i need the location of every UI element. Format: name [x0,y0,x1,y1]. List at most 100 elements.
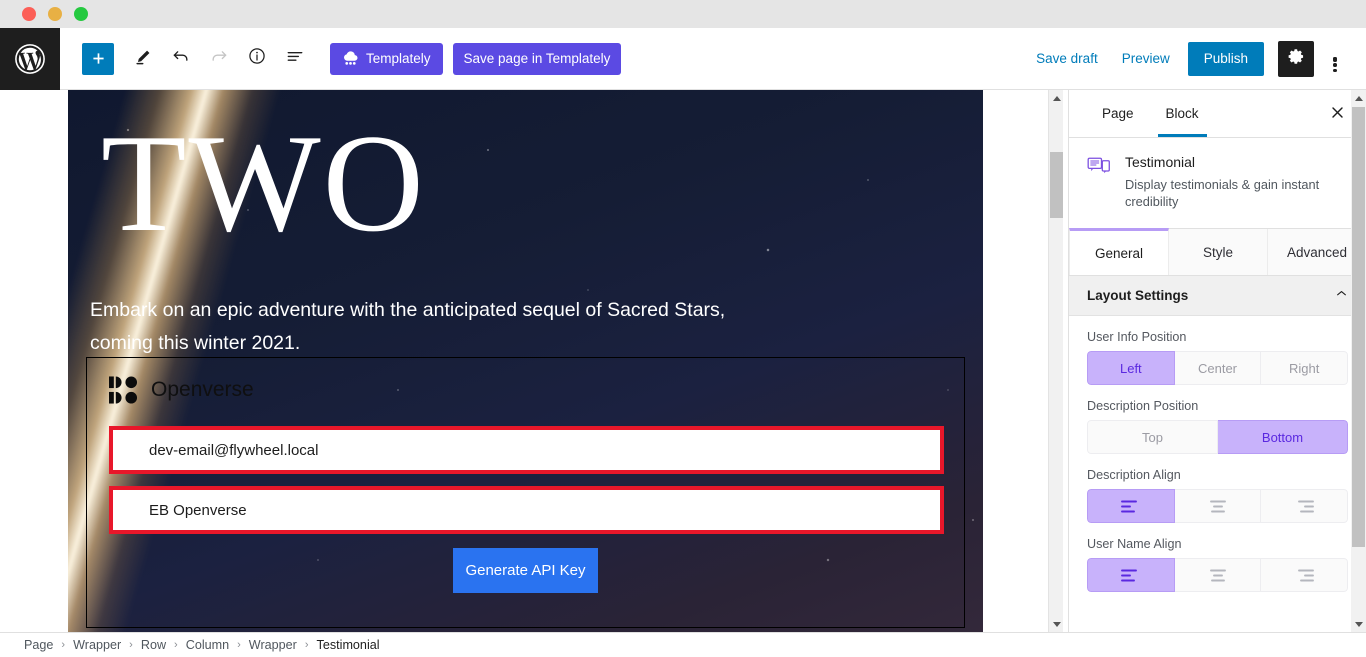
email-field[interactable]: dev-email@flywheel.local [109,426,944,474]
sidebar-scroll-up-button[interactable] [1351,90,1366,106]
align-left-icon [1120,568,1142,583]
editor-toolbar: Templately Save page in Templately Save … [60,28,1366,90]
layout-settings-body: User Info Position Left Center Right Des… [1069,316,1366,592]
sidebar-scrollbar-thumb[interactable] [1352,107,1365,547]
user-info-position-left[interactable]: Left [1087,351,1175,385]
triangle-down-icon [1052,621,1061,627]
description-align-left[interactable] [1087,489,1175,523]
user-name-align-right[interactable] [1261,558,1348,592]
block-description: Display testimonials & gain instant cred… [1125,177,1320,209]
align-left-icon [1120,499,1142,514]
save-page-in-templately-label: Save page in Templately [463,51,611,66]
save-draft-button[interactable]: Save draft [1024,43,1110,75]
breadcrumb-separator: › [174,639,178,651]
description-align-control [1087,489,1348,523]
breadcrumb-item-column[interactable]: Column [186,638,229,652]
sidebar-scrollbar[interactable] [1351,90,1366,632]
breadcrumb: Page › Wrapper › Row › Column › Wrapper … [0,632,1366,657]
window-close-button[interactable] [22,7,36,21]
details-button[interactable] [240,42,274,76]
page-preview[interactable]: TWO Embark on an epic adventure with the… [68,90,983,632]
list-view-button[interactable] [278,42,312,76]
user-name-align-control [1087,558,1348,592]
sidebar-subtabs: General Style Advanced [1069,228,1366,276]
user-name-align-center[interactable] [1174,558,1262,592]
breadcrumb-item-page[interactable]: Page [24,638,53,652]
close-icon [1330,105,1345,125]
description-position-top[interactable]: Top [1087,420,1218,454]
description-position-bottom[interactable]: Bottom [1218,420,1348,454]
app-name-field[interactable]: EB Openverse [109,486,944,534]
canvas-scrollbar-thumb[interactable] [1050,152,1063,218]
layout-settings-title: Layout Settings [1087,288,1189,303]
publish-button[interactable]: Publish [1187,41,1264,76]
user-info-position-center[interactable]: Center [1174,351,1262,385]
generate-api-key-button[interactable]: Generate API Key [453,548,598,593]
wordpress-logo-button[interactable] [0,28,60,90]
breadcrumb-separator: › [304,639,309,651]
editor-canvas-area: TWO Embark on an epic adventure with the… [60,90,1068,632]
user-info-position-right[interactable]: Right [1261,351,1348,385]
triangle-up-icon [1052,95,1061,101]
window-minimize-button[interactable] [48,7,62,21]
editor-window: Templately Save page in Templately Save … [0,0,1366,657]
pencil-icon [134,47,153,71]
description-position-control: Top Bottom [1087,420,1348,454]
breadcrumb-item-wrapper-1[interactable]: Wrapper [73,638,121,652]
templately-cloud-icon [342,50,359,68]
more-options-button[interactable] [1318,42,1352,76]
window-titlebar [0,0,1366,28]
gear-icon [1287,47,1306,71]
save-page-in-templately-button[interactable]: Save page in Templately [452,42,622,75]
tab-page[interactable]: Page [1086,91,1150,137]
sidebar-scroll-down-button[interactable] [1351,616,1366,632]
canvas-scroll-down-button[interactable] [1049,616,1064,632]
breadcrumb-item-wrapper-2[interactable]: Wrapper [249,638,297,652]
subtab-style[interactable]: Style [1169,229,1268,275]
user-info-position-label: User Info Position [1087,330,1187,344]
plus-icon [90,50,107,67]
openverse-logo-icon [109,376,138,404]
description-align-label: Description Align [1087,468,1181,482]
undo-button[interactable] [164,42,198,76]
preview-button[interactable]: Preview [1110,43,1182,75]
block-settings-sidebar: Page Block Testimonial Display testimoni… [1068,90,1366,632]
info-circle-icon [247,46,267,71]
canvas-scroll-up-button[interactable] [1049,90,1064,106]
kebab-menu-icon [1333,56,1337,73]
block-info-text: Testimonial Display testimonials & gain … [1125,154,1348,210]
breadcrumb-separator: › [237,639,241,651]
breadcrumb-separator: › [129,639,133,651]
settings-button[interactable] [1278,40,1314,77]
list-view-icon [285,46,305,71]
canvas-scrollbar[interactable] [1048,90,1063,632]
email-field-value: dev-email@flywheel.local [149,441,319,459]
openverse-block[interactable]: Openverse dev-email@flywheel.local EB Op… [86,357,965,628]
edit-tool-button[interactable] [126,42,160,76]
tab-block[interactable]: Block [1150,91,1215,137]
redo-button[interactable] [202,42,236,76]
description-position-label: Description Position [1087,399,1199,413]
breadcrumb-item-row[interactable]: Row [141,638,166,652]
hero-title[interactable]: TWO [101,114,426,254]
add-block-button[interactable] [82,42,114,75]
user-name-align-left[interactable] [1087,558,1175,592]
templately-button[interactable]: Templately [330,42,443,75]
app-name-field-value: EB Openverse [149,501,247,519]
layout-settings-header[interactable]: Layout Settings [1069,276,1366,316]
description-align-right[interactable] [1261,489,1348,523]
block-info: Testimonial Display testimonials & gain … [1069,138,1366,229]
toolbar-left-group: Templately Save page in Templately [60,42,622,76]
wordpress-logo-icon [13,42,47,76]
description-align-center[interactable] [1174,489,1262,523]
breadcrumb-item-testimonial[interactable]: Testimonial [317,638,380,652]
align-right-icon [1293,499,1315,514]
toolbar-right-group: Save draft Preview Publish [1024,40,1366,77]
window-maximize-button[interactable] [74,7,88,21]
user-name-align-label: User Name Align [1087,537,1182,551]
subtab-general[interactable]: General [1069,228,1169,275]
chevron-up-icon [1335,287,1348,305]
hero-subtitle[interactable]: Embark on an epic adventure with the ant… [90,294,730,360]
close-sidebar-button[interactable] [1326,104,1348,126]
breadcrumb-separator: › [61,639,66,651]
